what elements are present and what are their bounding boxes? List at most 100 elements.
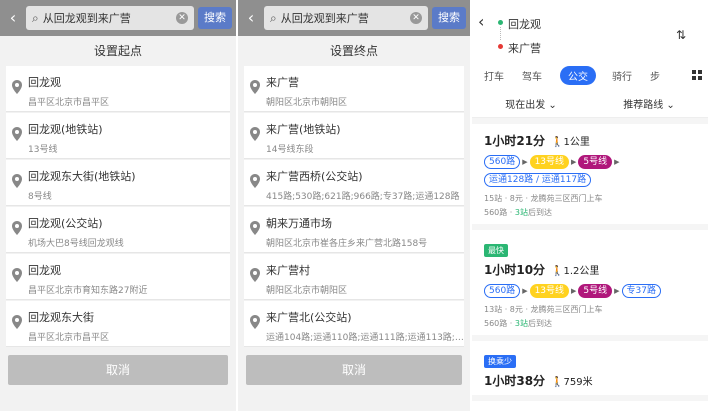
grid-icon[interactable] <box>692 70 702 80</box>
route-arrival-prefix: 560路 · <box>484 208 515 217</box>
route-header: ‹ 回龙观 来广营 ⇅ <box>472 0 708 60</box>
end-point[interactable]: 来广营 <box>508 40 541 56</box>
route-segment-chip: 运通128路 / 运通117路 <box>484 173 592 187</box>
search-input[interactable]: ⌕ 从回龙观到来广营 ✕ <box>26 6 194 30</box>
route-card[interactable]: 1小时21分 🚶1公里 560路 ▶ 13号线 ▶ 5号线 ▶ 运通128路 / 运通117路 1… <box>472 124 708 230</box>
arrow-icon: ▶ <box>614 158 620 166</box>
tab-2[interactable]: 公交 <box>560 65 596 85</box>
place-name: 来广营 <box>266 76 299 89</box>
end-panel: ‹ ⌕ 从回龙观到来广营 ✕ 搜索 设置终点 来广营 朝阳区北京市朝阳区 来广营(地… <box>238 0 470 411</box>
cancel-button[interactable]: 取消 <box>8 355 228 385</box>
search-icon: ⌕ <box>270 10 277 25</box>
panel-title: 设置终点 <box>238 36 470 66</box>
place-list: 回龙观 昌平区北京市昌平区 回龙观(地铁站) 13号线 回龙观东大街(地铁站) 8号线 回龙… <box>0 66 236 394</box>
place-name: 回龙观 <box>28 264 61 277</box>
location-pin-icon <box>250 80 260 94</box>
place-list: 来广营 朝阳区北京市朝阳区来广营(地铁站) 14号线东段来广营西桥(公交站) 415路… <box>238 66 470 394</box>
route-arrival-suffix: 后到达 <box>528 319 552 328</box>
location-pin-icon <box>12 80 22 94</box>
arrow-icon: ▶ <box>571 158 577 166</box>
departure-filter-label: 现在出发 <box>505 100 546 111</box>
route-badge: 最快 <box>484 244 508 257</box>
back-icon[interactable]: ‹ <box>4 6 22 30</box>
location-pin-icon <box>250 221 260 235</box>
list-item[interactable]: 来广营 朝阳区北京市朝阳区 <box>244 66 464 112</box>
place-address: 13号线 <box>28 145 58 155</box>
walk-icon: 🚶 <box>551 377 564 388</box>
search-button[interactable]: 搜索 <box>198 7 232 29</box>
route-time-row: 1小时10分 🚶1.2公里 <box>484 261 698 278</box>
route-segment-chip: 560路 <box>484 155 521 169</box>
place-address: 机场大巴8号线回龙观线 <box>28 239 124 249</box>
departure-filter[interactable]: 现在出发 ⌄ <box>505 96 557 111</box>
walk-icon: 🚶 <box>551 137 564 148</box>
place-name: 来广营(地铁站) <box>266 123 341 136</box>
arrow-icon: ▶ <box>614 287 620 295</box>
tab-1[interactable]: 驾车 <box>522 68 542 83</box>
place-name: 回龙观 <box>28 76 61 89</box>
list-item[interactable]: 回龙观 昌平区北京市育知东路27附近 <box>6 254 230 300</box>
place-address: 昌平区北京市昌平区 <box>28 98 110 108</box>
search-input[interactable]: ⌕ 从回龙观到来广营 ✕ <box>264 6 428 30</box>
list-item[interactable]: 回龙观东大街昌平区北京市昌平区 <box>6 301 230 347</box>
location-pin-icon <box>250 174 260 188</box>
route-meta: 13站 · 8元 · 龙腾苑三区西门上车 <box>484 305 603 314</box>
list-item[interactable]: 回龙观(公交站) 机场大巴8号线回龙观线 <box>6 207 230 253</box>
cancel-button[interactable]: 取消 <box>246 355 462 385</box>
tab-3[interactable]: 骑行 <box>612 68 632 83</box>
clear-icon[interactable]: ✕ <box>176 12 188 24</box>
walk-distance: 🚶759米 <box>551 377 593 388</box>
list-item[interactable]: 回龙观东大街(地铁站) 8号线 <box>6 160 230 206</box>
connector-line <box>500 27 501 40</box>
route-segment-chip: 专37路 <box>621 284 661 298</box>
swap-icon[interactable]: ⇅ <box>676 28 686 42</box>
location-pin-icon <box>250 315 260 329</box>
route-card[interactable]: 最快 1小时10分 🚶1.2公里 560路 ▶ 13号线 ▶ 5号线 ▶ 专37路 13站 · 8元… <box>472 230 708 341</box>
list-item[interactable]: 回龙观昌平区北京市昌平区 <box>6 66 230 112</box>
sort-filter[interactable]: 推荐路线 ⌄ <box>623 96 675 111</box>
walk-distance: 🚶1公里 <box>551 137 590 148</box>
search-query: 从回龙观到来广营 <box>280 12 369 25</box>
route-segment-chip: 5号线 <box>578 155 613 169</box>
place-name: 来广营西桥(公交站) <box>266 170 363 183</box>
cancel-area: 取消 <box>238 347 470 411</box>
place-address: 朝阳区北京市崔各庄乡来广营北路158号 <box>266 239 428 249</box>
search-bar: ‹ ⌕ 从回龙观到来广营 ✕ 搜索 <box>0 0 236 36</box>
route-list: 1小时21分 🚶1公里 560路 ▶ 13号线 ▶ 5号线 ▶ 运通128路 / 运通117路 1… <box>472 124 708 401</box>
clear-icon[interactable]: ✕ <box>410 12 422 24</box>
walk-distance-value: 1.2公里 <box>563 266 600 277</box>
route-arrival: 560路 · 3站后到达 <box>484 318 698 329</box>
list-item[interactable]: 来广营(地铁站) 14号线东段 <box>244 113 464 159</box>
start-point[interactable]: 回龙观 <box>508 16 541 32</box>
place-name: 朝来万通市场 <box>266 217 332 230</box>
screen: ‹ ⌕ 从回龙观到来广营 ✕ 搜索 设置起点 回龙观 昌平区北京市昌平区 回龙观(地… <box>0 0 708 411</box>
search-button[interactable]: 搜索 <box>432 7 466 29</box>
arrow-icon: ▶ <box>522 287 528 295</box>
route-card[interactable]: 换乘少 1小时38分 🚶759米 <box>472 341 708 401</box>
tab-0[interactable]: 打车 <box>484 68 504 83</box>
place-name: 来广营北(公交站) <box>266 311 352 324</box>
back-icon[interactable]: ‹ <box>478 12 484 31</box>
list-item[interactable]: 来广营西桥(公交站) 415路;530路;621路;966路;专37路;运通128… <box>244 160 464 206</box>
tab-4[interactable]: 步 <box>650 68 660 83</box>
list-item[interactable]: 朝来万通市场朝阳区北京市崔各庄乡来广营北路158号 <box>244 207 464 253</box>
route-segment-chip: 560路 <box>484 284 521 298</box>
place-name: 回龙观东大街 <box>28 311 94 324</box>
arrow-icon: ▶ <box>522 158 528 166</box>
list-item[interactable]: 回龙观(地铁站) 13号线 <box>6 113 230 159</box>
list-item[interactable]: 来广营北(公交站) 运通104路;运通110路;运通111路;运通113路;运通1… <box>244 301 464 347</box>
search-query: 从回龙观到来广营 <box>42 12 131 25</box>
route-segments: 560路 ▶ 13号线 ▶ 5号线 ▶ 专37路 <box>484 284 698 302</box>
sort-filter-label: 推荐路线 <box>623 100 664 111</box>
place-name: 回龙观(地铁站) <box>28 123 103 136</box>
location-pin-icon <box>12 127 22 141</box>
list-item[interactable]: 来广营村 朝阳区北京市朝阳区 <box>244 254 464 300</box>
walk-distance-value: 1公里 <box>563 137 590 148</box>
route-arrival-suffix: 后到达 <box>528 208 552 217</box>
chevron-down-icon: ⌄ <box>548 100 557 111</box>
end-dot-icon <box>498 44 503 49</box>
place-address: 昌平区北京市昌平区 <box>28 333 110 343</box>
place-address: 14号线东段 <box>266 145 314 155</box>
back-icon[interactable]: ‹ <box>242 6 260 30</box>
route-duration: 1小时21分 <box>484 134 546 148</box>
